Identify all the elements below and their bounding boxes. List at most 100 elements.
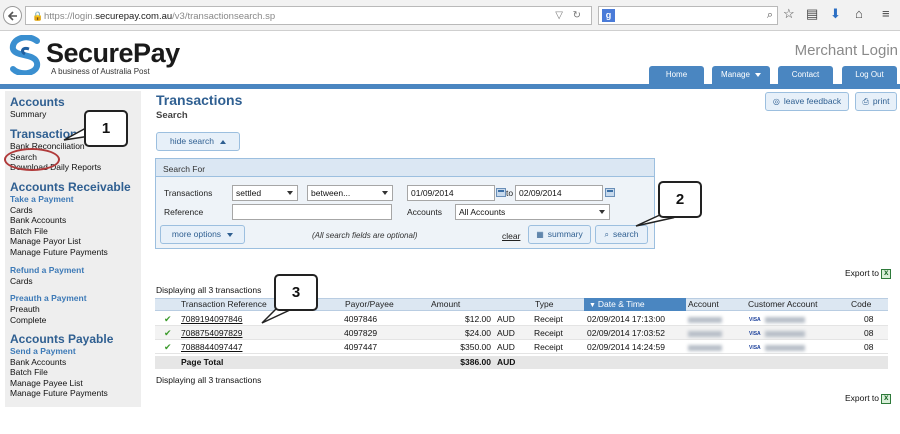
export-link-bottom[interactable]: Export to — [845, 393, 892, 404]
customer-account-cell: VISA — [749, 312, 805, 326]
sidebar-item-batch-file[interactable]: Batch File — [10, 226, 48, 236]
nav-contact[interactable]: Contact — [778, 66, 833, 84]
date-to-input[interactable]: 02/09/2014 — [515, 185, 603, 201]
date-range-select[interactable]: between... — [307, 185, 393, 201]
type-cell: Receipt — [534, 328, 563, 338]
visa-icon: VISA — [749, 344, 761, 351]
table-row[interactable]: ✔ 7088844097447 4097447 $350.00 AUD Rece… — [155, 340, 888, 354]
amount-cell: $350.00 — [460, 342, 491, 352]
sidebar-heading-transactions[interactable]: Transactions — [10, 127, 84, 141]
calendar-icon[interactable] — [605, 188, 615, 197]
currency-cell: AUD — [497, 328, 515, 338]
transaction-ref-link[interactable]: 7088844097447 — [181, 340, 242, 354]
sidebar-heading-accounts-payable[interactable]: Accounts Payable — [10, 332, 113, 346]
chevron-up-icon — [219, 139, 226, 144]
visa-icon: VISA — [749, 316, 761, 323]
sidebar-item-payable-batch-file[interactable]: Batch File — [10, 367, 48, 377]
page-total-amount: $386.00 — [460, 357, 491, 367]
sidebar-sub-preauth-payment[interactable]: Preauth a Payment — [10, 293, 87, 303]
col-payor-payee[interactable]: Payor/Payee — [342, 298, 394, 311]
menu-icon[interactable]: ≡ — [882, 6, 890, 21]
table-row[interactable]: ✔ 7088754097829 4097829 $24.00 AUD Recei… — [155, 326, 888, 340]
check-icon: ✔ — [164, 328, 172, 338]
payor-cell: 4097447 — [344, 342, 378, 352]
datetime-cell: 02/09/2014 14:24:59 — [587, 342, 665, 352]
account-cell-redacted — [688, 326, 722, 340]
callout-1: 1 — [84, 110, 128, 147]
logo-name: SecurePay — [46, 38, 180, 68]
accounts-select[interactable]: All Accounts — [455, 204, 610, 220]
sidebar-item-manage-future-payments[interactable]: Manage Future Payments — [10, 247, 108, 257]
sidebar-sub-take-payment[interactable]: Take a Payment — [10, 194, 74, 204]
calendar-icon[interactable] — [496, 188, 506, 197]
back-arrow-icon — [8, 11, 17, 21]
type-cell: Receipt — [534, 342, 563, 352]
nav-logout[interactable]: Log Out — [842, 66, 897, 84]
date-from-input[interactable]: 01/09/2014 — [407, 185, 495, 201]
sidebar-item-complete[interactable]: Complete — [10, 315, 46, 325]
sidebar-item-summary[interactable]: Summary — [10, 109, 46, 119]
account-cell-redacted — [688, 340, 722, 354]
sidebar-item-payable-bank-accounts[interactable]: Bank Accounts — [10, 357, 66, 367]
col-amount[interactable]: Amount — [428, 298, 460, 311]
print-button[interactable]: ⎙ print — [855, 92, 897, 111]
datetime-cell: 02/09/2014 17:13:00 — [587, 314, 665, 324]
leave-feedback-button[interactable]: ◎ leave feedback — [765, 92, 849, 111]
browser-search-input[interactable]: g ⌕ — [598, 6, 778, 25]
back-button[interactable] — [3, 6, 22, 25]
page-total-currency: AUD — [497, 357, 516, 367]
sidebar-sub-refund-payment[interactable]: Refund a Payment — [10, 265, 84, 275]
search-button[interactable]: ⌕ search — [595, 225, 648, 244]
table-row[interactable]: ✔ 7089194097846 4097846 $12.00 AUD Recei… — [155, 312, 888, 326]
sidebar-item-cards[interactable]: Cards — [10, 205, 33, 215]
printer-icon: ⎙ — [862, 97, 869, 106]
transaction-ref-link[interactable]: 7088754097829 — [181, 326, 242, 340]
currency-cell: AUD — [497, 342, 515, 352]
reference-input[interactable] — [232, 204, 392, 220]
address-bar[interactable]: 🔒 https://login.securepay.com.au/v3/tran… — [25, 6, 592, 25]
bookmark-star-icon[interactable]: ☆ — [783, 6, 795, 22]
search-icon[interactable]: ⌕ — [767, 9, 773, 22]
col-customer-account[interactable]: Customer Account — [745, 298, 817, 311]
page-subtitle: Search — [156, 110, 188, 121]
sidebar-item-payable-future-payments[interactable]: Manage Future Payments — [10, 388, 108, 398]
lock-icon: 🔒 — [32, 11, 44, 21]
nav-manage[interactable]: Manage — [712, 66, 770, 84]
download-icon[interactable]: ⬇ — [830, 6, 841, 22]
optional-fields-note: (All search fields are optional) — [312, 231, 418, 240]
more-options-button[interactable]: more options — [160, 225, 245, 244]
sidebar-item-refund-cards[interactable]: Cards — [10, 276, 33, 286]
customer-account-cell: VISA — [749, 340, 805, 354]
sidebar-heading-accounts[interactable]: Accounts — [10, 95, 65, 109]
bookmarks-list-icon[interactable]: ▤ — [806, 6, 818, 22]
excel-icon — [881, 393, 892, 404]
dropdown-arrow-icon[interactable]: ▽ — [555, 10, 563, 21]
sidebar-item-preauth[interactable]: Preauth — [10, 304, 40, 314]
displaying-count-top: Displaying all 3 transactions — [156, 285, 262, 295]
status-select[interactable]: settled — [232, 185, 298, 201]
code-cell: 08 — [864, 342, 874, 352]
col-transaction-reference[interactable]: Transaction Reference — [178, 298, 267, 311]
home-icon[interactable]: ⌂ — [855, 6, 863, 21]
nav-home[interactable]: Home — [649, 66, 704, 84]
clear-link[interactable]: clear — [502, 231, 520, 241]
reload-icon[interactable]: ↻ — [573, 10, 581, 21]
export-link-top[interactable]: Export to — [845, 268, 892, 279]
summary-button[interactable]: ▦ summary — [528, 225, 591, 244]
col-date-time[interactable]: ▼ Date & Time — [586, 298, 645, 311]
sidebar-item-manage-payor-list[interactable]: Manage Payor List — [10, 236, 81, 246]
currency-cell: AUD — [497, 314, 515, 324]
sidebar-item-bank-accounts[interactable]: Bank Accounts — [10, 215, 66, 225]
search-icon: ⌕ — [604, 230, 609, 239]
col-type[interactable]: Type — [532, 298, 553, 311]
hide-search-button[interactable]: hide search — [156, 132, 240, 151]
sidebar-sub-send-payment[interactable]: Send a Payment — [10, 346, 76, 356]
chevron-down-icon — [227, 232, 234, 237]
transaction-ref-link[interactable]: 7089194097846 — [181, 312, 242, 326]
sidebar-heading-accounts-receivable[interactable]: Accounts Receivable — [10, 180, 131, 194]
col-account[interactable]: Account — [685, 298, 719, 311]
sidebar-item-manage-payee-list[interactable]: Manage Payee List — [10, 378, 83, 388]
col-code[interactable]: Code — [848, 298, 871, 311]
code-cell: 08 — [864, 328, 874, 338]
merchant-login-title: Merchant Login — [794, 42, 898, 59]
